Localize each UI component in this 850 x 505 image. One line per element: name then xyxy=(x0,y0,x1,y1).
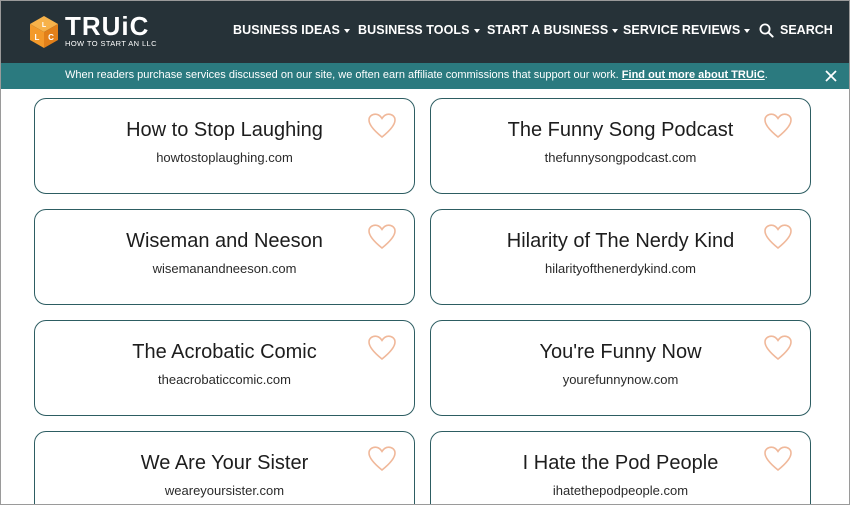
business-domain: yourefunnynow.com xyxy=(562,372,679,387)
affiliate-text: When readers purchase services discussed… xyxy=(65,69,619,81)
heart-icon[interactable] xyxy=(764,446,792,472)
browser-frame: L L C TRUiC HOW TO START AN LLC BUSINESS… xyxy=(0,0,850,505)
business-domain: theacrobaticcomic.com xyxy=(158,372,291,387)
name-card[interactable]: Hilarity of The Nerdy Kind hilarityofthe… xyxy=(430,209,811,305)
name-card[interactable]: How to Stop Laughing howtostoplaughing.c… xyxy=(34,98,415,194)
logo-cube-letter: C xyxy=(48,33,54,42)
logo-cube-letter: L xyxy=(42,22,47,29)
logo-cube-letter: L xyxy=(35,33,40,42)
chevron-down-icon xyxy=(744,28,751,33)
business-name: The Acrobatic Comic xyxy=(132,341,317,363)
name-card[interactable]: I Hate the Pod People ihatethepodpeople.… xyxy=(430,431,811,504)
nav-label: START A BUSINESS xyxy=(487,23,609,37)
business-name: Hilarity of The Nerdy Kind xyxy=(506,230,735,252)
nav-label: SERVICE REVIEWS xyxy=(623,23,741,37)
business-name: You're Funny Now xyxy=(539,341,702,363)
nav-label: BUSINESS IDEAS xyxy=(233,23,340,37)
heart-icon[interactable] xyxy=(764,224,792,250)
search-icon xyxy=(759,23,774,38)
affiliate-suffix: . xyxy=(764,69,768,81)
business-domain: thefunnysongpodcast.com xyxy=(544,150,697,165)
find-out-more-link[interactable]: Find out more about TRUiC xyxy=(622,69,765,81)
heart-icon[interactable] xyxy=(368,224,396,250)
chevron-down-icon xyxy=(612,28,619,33)
chevron-down-icon xyxy=(473,28,480,33)
nav-business-tools[interactable]: BUSINESS TOOLS xyxy=(358,23,480,37)
chevron-down-icon xyxy=(343,28,350,33)
name-card[interactable]: You're Funny Now yourefunnynow.com xyxy=(430,320,811,416)
name-card[interactable]: Wiseman and Neeson wisemanandneeson.com xyxy=(34,209,415,305)
business-name: We Are Your Sister xyxy=(140,452,309,474)
nav-business-ideas[interactable]: BUSINESS IDEAS xyxy=(233,23,350,37)
search-button[interactable]: SEARCH xyxy=(759,1,833,59)
name-card[interactable]: The Acrobatic Comic theacrobaticcomic.co… xyxy=(34,320,415,416)
truic-logo[interactable]: L L C TRUiC HOW TO START AN LLC xyxy=(29,13,157,49)
close-icon[interactable] xyxy=(824,69,838,83)
affiliate-message: When readers purchase services discussed… xyxy=(65,69,768,81)
nav-service-reviews[interactable]: SERVICE REVIEWS xyxy=(623,23,751,37)
heart-icon[interactable] xyxy=(764,113,792,139)
heart-icon[interactable] xyxy=(764,335,792,361)
heart-icon[interactable] xyxy=(368,446,396,472)
business-name: Wiseman and Neeson xyxy=(126,230,323,252)
affiliate-banner: When readers purchase services discussed… xyxy=(1,63,849,89)
business-name: I Hate the Pod People xyxy=(522,452,719,474)
nav-label: BUSINESS TOOLS xyxy=(358,23,470,37)
logo-cube-icon: L L C xyxy=(29,15,59,48)
logo-text: TRUiC HOW TO START AN LLC xyxy=(65,11,157,48)
name-ideas-grid: How to Stop Laughing howtostoplaughing.c… xyxy=(1,89,849,504)
heart-icon[interactable] xyxy=(368,113,396,139)
business-name: The Funny Song Podcast xyxy=(507,119,734,141)
logo-wordmark: TRUiC xyxy=(65,11,150,41)
business-name: How to Stop Laughing xyxy=(126,119,323,141)
nav-start-a-business[interactable]: START A BUSINESS xyxy=(487,23,619,37)
business-domain: hilarityofthenerdykind.com xyxy=(544,261,697,276)
heart-icon[interactable] xyxy=(368,335,396,361)
business-domain: ihatethepodpeople.com xyxy=(552,483,689,498)
business-domain: weareyoursister.com xyxy=(164,483,285,498)
site-header: L L C TRUiC HOW TO START AN LLC BUSINESS… xyxy=(1,1,849,63)
name-card[interactable]: We Are Your Sister weareyoursister.com xyxy=(34,431,415,504)
name-card[interactable]: The Funny Song Podcast thefunnysongpodca… xyxy=(430,98,811,194)
business-domain: wisemanandneeson.com xyxy=(152,261,297,276)
business-domain: howtostoplaughing.com xyxy=(156,150,293,165)
search-label: SEARCH xyxy=(780,23,833,37)
logo-tagline: HOW TO START AN LLC xyxy=(65,39,157,48)
